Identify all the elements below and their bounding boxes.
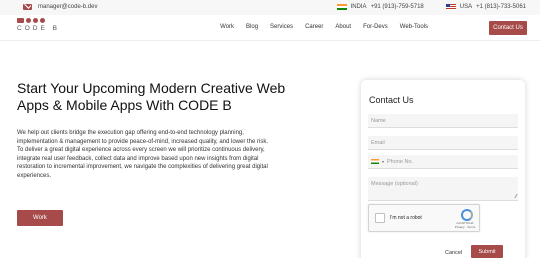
nav-item-career[interactable]: Career	[305, 24, 323, 30]
india-phone[interactable]: INDIA +91 (913)-759-5718	[336, 4, 424, 10]
phone-contacts: INDIA +91 (913)-759-5718 USA +1 (813)-73…	[336, 4, 526, 10]
contact-form-card: Contact Us Name Email ▾ Phone No. Messag…	[361, 80, 525, 258]
usa-number[interactable]: +1 (813)-733-5061	[476, 4, 526, 10]
usa-phone[interactable]: USA +1 (813)-733-5061	[445, 4, 526, 10]
captcha-label: I'm not a robot	[390, 215, 422, 221]
hero-description: We help out clients bridge the execution…	[17, 130, 269, 179]
contact-us-button[interactable]: Contact Us	[489, 21, 527, 35]
logo-mark-icon	[17, 18, 60, 23]
usa-flag-icon	[445, 4, 456, 10]
recaptcha-logo-icon	[461, 209, 473, 221]
submit-button[interactable]: Submit	[471, 245, 503, 258]
email-input[interactable]: Email	[368, 136, 518, 150]
nav-item-web-tools[interactable]: Web-Tools	[400, 24, 428, 30]
email-contact[interactable]: manager@code-b.dev	[23, 4, 97, 10]
nav-item-work[interactable]: Work	[220, 24, 234, 30]
chevron-down-icon[interactable]: ▾	[382, 159, 384, 164]
nav-menu: Work Blog Services Career About For-Devs…	[220, 24, 428, 30]
logo[interactable]: CODE B	[17, 18, 60, 32]
india-label: INDIA	[350, 4, 367, 10]
email-text[interactable]: manager@code-b.dev	[38, 4, 97, 10]
recaptcha-terms[interactable]: Privacy - Terms	[454, 225, 476, 230]
phone-input[interactable]: ▾ Phone No.	[368, 155, 518, 169]
top-contact-bar: manager@code-b.dev INDIA +91 (913)-759-5…	[0, 0, 540, 15]
nav-item-blog[interactable]: Blog	[246, 24, 258, 30]
captcha-checkbox[interactable]	[375, 213, 385, 223]
resize-handle-icon[interactable]: ⁄⁄	[515, 194, 517, 200]
name-input[interactable]: Name	[368, 114, 518, 128]
message-textarea[interactable]: Message (optional) ⁄⁄	[368, 177, 518, 201]
recaptcha-widget: I'm not a robot reCAPTCHA Privacy - Term…	[368, 204, 480, 232]
nav-item-for-devs[interactable]: For-Devs	[363, 24, 388, 30]
mail-icon	[23, 4, 32, 10]
nav-item-services[interactable]: Services	[270, 24, 293, 30]
usa-label: USA	[459, 4, 473, 10]
contact-form-title: Contact Us	[369, 95, 414, 105]
hero-title: Start Your Upcoming Modern Creative Web …	[17, 80, 286, 113]
india-flag-icon[interactable]	[371, 159, 379, 164]
india-flag-icon	[336, 4, 347, 10]
main-navigation: CODE B Work Blog Services Career About F…	[0, 15, 540, 41]
nav-item-about[interactable]: About	[335, 24, 351, 30]
phone-placeholder: Phone No.	[387, 158, 414, 165]
recaptcha-brand: reCAPTCHA Privacy - Terms	[454, 221, 476, 230]
work-button[interactable]: Work	[17, 210, 63, 226]
message-placeholder: Message (optional)	[371, 181, 418, 187]
cancel-button[interactable]: Cancel	[445, 250, 462, 256]
india-number[interactable]: +91 (913)-759-5718	[371, 4, 424, 10]
logo-text: CODE B	[17, 25, 60, 32]
